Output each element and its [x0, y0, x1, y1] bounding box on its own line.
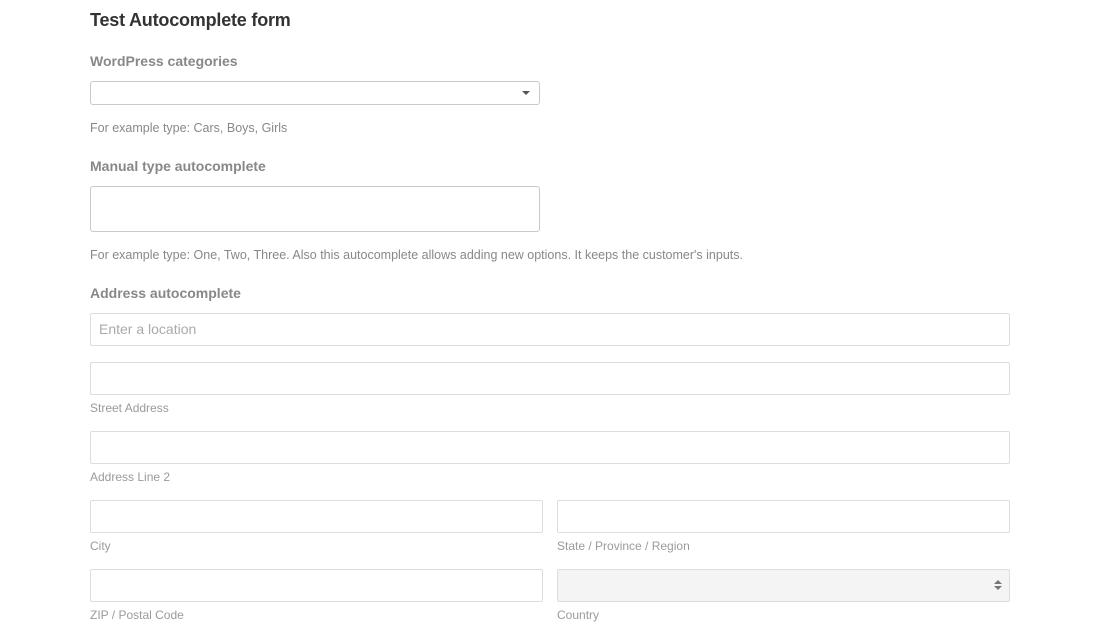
country-select[interactable]	[557, 569, 1010, 602]
state-input[interactable]	[557, 500, 1010, 533]
wp-categories-help: For example type: Cars, Boys, Girls	[90, 119, 1010, 138]
manual-autocomplete-input[interactable]	[90, 186, 540, 232]
zip-label: ZIP / Postal Code	[90, 608, 543, 622]
address-autocomplete-label: Address autocomplete	[90, 285, 1010, 301]
address-line2-label: Address Line 2	[90, 470, 1010, 484]
state-label: State / Province / Region	[557, 539, 1010, 553]
manual-autocomplete-help: For example type: One, Two, Three. Also …	[90, 246, 1010, 265]
zip-input[interactable]	[90, 569, 543, 602]
country-label: Country	[557, 608, 1010, 622]
street-address-input[interactable]	[90, 362, 1010, 395]
city-input[interactable]	[90, 500, 543, 533]
manual-autocomplete-label: Manual type autocomplete	[90, 158, 1010, 174]
wp-categories-select[interactable]	[90, 81, 540, 105]
city-label: City	[90, 539, 543, 553]
form-container: Test Autocomplete form WordPress categor…	[90, 10, 1010, 622]
location-input[interactable]	[90, 313, 1010, 346]
street-address-label: Street Address	[90, 401, 1010, 415]
wp-categories-label: WordPress categories	[90, 53, 1010, 69]
form-title: Test Autocomplete form	[90, 10, 1010, 31]
wp-categories-input[interactable]	[90, 81, 540, 105]
address-line2-input[interactable]	[90, 431, 1010, 464]
